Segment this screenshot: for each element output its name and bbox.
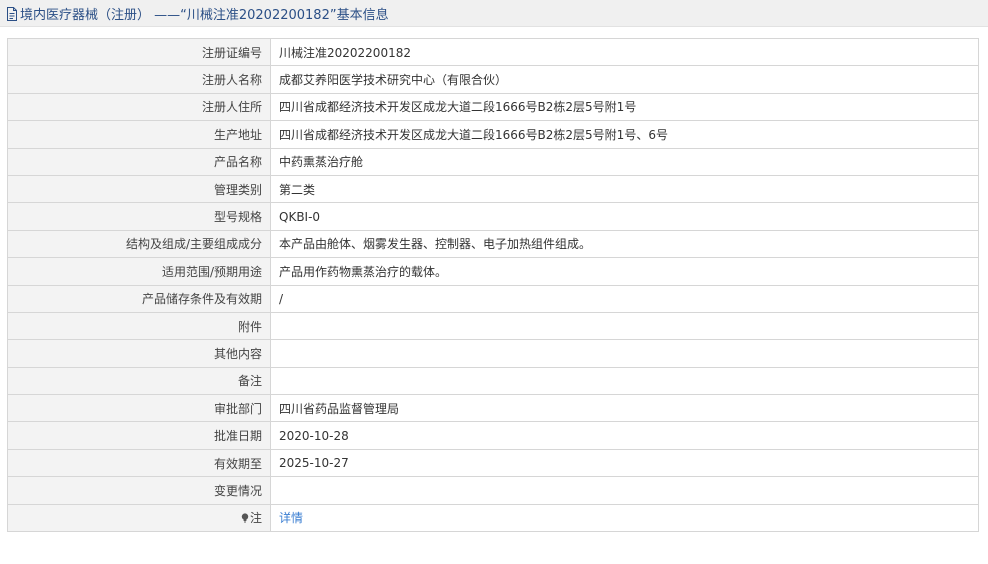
table-row: 生产地址 四川省成都经济技术开发区成龙大道二段1666号B2栋2层5号附1号、6… — [7, 120, 979, 149]
row-value: 第二类 — [270, 174, 979, 204]
table-row: 注册证编号 川械注准20202200182 — [7, 37, 979, 67]
row-value — [270, 476, 979, 505]
row-label: 管理类别 — [7, 174, 271, 204]
row-label: 生产地址 — [7, 120, 271, 149]
details-link[interactable]: 详情 — [279, 511, 303, 525]
row-label: 审批部门 — [7, 394, 271, 423]
row-value — [270, 339, 979, 368]
note-value-cell: 详情 — [270, 503, 979, 533]
detail-table-container: 注册证编号 川械注准20202200182 注册人名称 成都艾养阳医学技术研究中… — [7, 37, 979, 533]
row-value: 四川省药品监督管理局 — [270, 394, 979, 423]
row-label: 型号规格 — [7, 202, 271, 231]
table-row: 备注 — [7, 366, 979, 396]
row-value: 中药熏蒸治疗舱 — [270, 147, 979, 176]
row-label: 其他内容 — [7, 339, 271, 368]
table-row: 产品储存条件及有效期 / — [7, 284, 979, 313]
table-row: 审批部门 四川省药品监督管理局 — [7, 394, 979, 423]
row-value: 2020-10-28 — [270, 421, 979, 450]
row-label: 注册证编号 — [7, 37, 271, 67]
row-label: 批准日期 — [7, 421, 271, 450]
table-row: 结构及组成/主要组成成分 本产品由舱体、烟雾发生器、控制器、电子加热组件组成。 — [7, 229, 979, 259]
table-row: 附件 — [7, 311, 979, 341]
row-label: 备注 — [7, 366, 271, 396]
page-title: 境内医疗器械（注册） ——“川械注准20202200182”基本信息 — [20, 7, 389, 23]
row-value: QKBI-0 — [270, 202, 979, 231]
page-header: 境内医疗器械（注册） ——“川械注准20202200182”基本信息 — [0, 0, 988, 27]
row-value — [270, 311, 979, 341]
table-row: 注册人名称 成都艾养阳医学技术研究中心（有限合伙） — [7, 65, 979, 94]
table-row: 适用范围/预期用途 产品用作药物熏蒸治疗的载体。 — [7, 257, 979, 286]
row-value: 2025-10-27 — [270, 448, 979, 478]
row-label: 附件 — [7, 311, 271, 341]
table-row: 管理类别 第二类 — [7, 174, 979, 204]
detail-table: 注册证编号 川械注准20202200182 注册人名称 成都艾养阳医学技术研究中… — [7, 37, 979, 533]
row-value: 成都艾养阳医学技术研究中心（有限合伙） — [270, 65, 979, 94]
row-label: 结构及组成/主要组成成分 — [7, 229, 271, 259]
row-label: 产品储存条件及有效期 — [7, 284, 271, 313]
note-label: 注 — [249, 511, 262, 526]
table-row: 其他内容 — [7, 339, 979, 368]
row-label: 适用范围/预期用途 — [7, 257, 271, 286]
note-label-cell: 注 — [7, 503, 271, 533]
row-value — [270, 366, 979, 396]
table-row: 有效期至 2025-10-27 — [7, 448, 979, 478]
table-row: 批准日期 2020-10-28 — [7, 421, 979, 450]
note-row: 注 详情 — [7, 503, 979, 533]
table-row: 产品名称 中药熏蒸治疗舱 — [7, 147, 979, 176]
row-label: 变更情况 — [7, 476, 271, 505]
document-icon — [7, 7, 17, 21]
row-label: 有效期至 — [7, 448, 271, 478]
lightbulb-icon — [241, 513, 249, 523]
table-row: 注册人住所 四川省成都经济技术开发区成龙大道二段1666号B2栋2层5号附1号 — [7, 92, 979, 122]
table-row: 变更情况 — [7, 476, 979, 505]
row-value: / — [270, 284, 979, 313]
row-label: 产品名称 — [7, 147, 271, 176]
row-value: 四川省成都经济技术开发区成龙大道二段1666号B2栋2层5号附1号、6号 — [270, 120, 979, 149]
row-value: 本产品由舱体、烟雾发生器、控制器、电子加热组件组成。 — [270, 229, 979, 259]
row-value: 产品用作药物熏蒸治疗的载体。 — [270, 257, 979, 286]
row-label: 注册人住所 — [7, 92, 271, 122]
row-value: 四川省成都经济技术开发区成龙大道二段1666号B2栋2层5号附1号 — [270, 92, 979, 122]
row-value: 川械注准20202200182 — [270, 37, 979, 67]
row-label: 注册人名称 — [7, 65, 271, 94]
table-row: 型号规格 QKBI-0 — [7, 202, 979, 231]
